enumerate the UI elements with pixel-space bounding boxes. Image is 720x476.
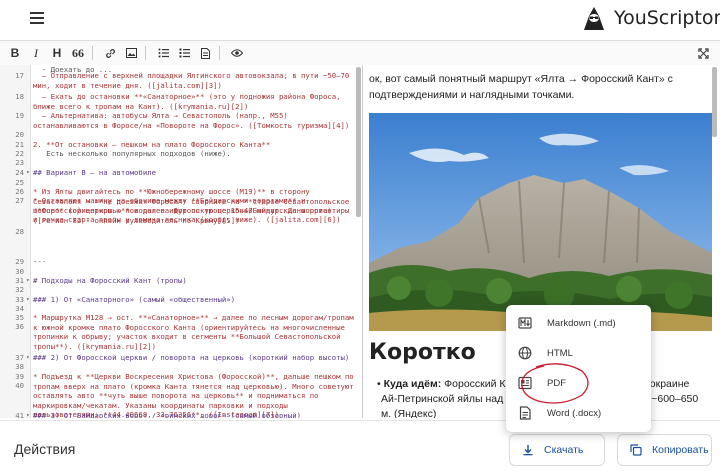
menu-item-pdf[interactable]: PDF	[506, 368, 651, 398]
bullet-line2b: ~600–650	[651, 393, 699, 405]
document-icon	[200, 47, 210, 59]
menu-item-label: Word (.docx)	[547, 408, 602, 419]
image-button[interactable]	[122, 44, 140, 62]
copy-button[interactable]: Копировать	[617, 434, 712, 466]
line-number: 24	[15, 168, 24, 177]
fullscreen-icon	[697, 47, 709, 59]
line-text: ### 1) От «Санаторного» (самый «обществе…	[33, 295, 236, 304]
bullet-marker: •	[377, 378, 384, 390]
line-number: 27	[15, 196, 24, 205]
bullet-list-button[interactable]	[154, 44, 172, 62]
heading-button[interactable]: H	[48, 44, 66, 62]
copy-label: Копировать	[652, 444, 709, 456]
quote-button[interactable]: 66	[69, 44, 87, 62]
line-text: * Маршрутка М128 → ост. **«Санаторное»**…	[33, 313, 359, 351]
line-text: ### 3) От Байдарских ворот / «римских до…	[33, 411, 301, 418]
image-icon	[125, 48, 137, 58]
fullscreen-button[interactable]	[694, 44, 712, 62]
line-number: 32	[15, 285, 24, 294]
menu-item-label: Markdown (.md)	[547, 318, 616, 329]
line-text: ---	[33, 257, 47, 266]
fold-arrow-icon[interactable]: ▾	[26, 353, 30, 363]
fold-arrow-icon[interactable]: ▾	[26, 295, 30, 305]
top-bar: YouScriptor	[0, 0, 720, 37]
download-button[interactable]: Скачать	[509, 434, 605, 466]
bullet-line2a: Ай-Петринской яйлы над	[381, 393, 504, 405]
line-number: 19	[15, 111, 24, 120]
link-button[interactable]	[101, 44, 119, 62]
download-format-menu: Markdown (.md) HTML PDF Word (.docx)	[506, 305, 651, 432]
numbered-list-button[interactable]	[175, 44, 193, 62]
fold-arrow-icon[interactable]: ▾	[26, 276, 30, 286]
line-number: 29	[15, 257, 24, 266]
markdown-icon	[518, 317, 532, 329]
fold-arrow-icon[interactable]: ▾	[26, 168, 30, 178]
document-button[interactable]	[196, 44, 214, 62]
line-number: 28	[15, 227, 24, 236]
markdown-editor[interactable]: - Доехать до ... 17 – Отправление с верхн…	[0, 65, 363, 418]
preview-photo	[369, 113, 712, 331]
italic-button[interactable]: I	[27, 44, 45, 62]
line-number: 40	[15, 381, 24, 390]
link-icon	[105, 48, 115, 58]
preview-toggle-button[interactable]	[228, 44, 246, 62]
menu-item-markdown[interactable]: Markdown (.md)	[506, 308, 651, 338]
toolbar-divider	[92, 46, 93, 60]
brand-name: YouScriptor	[614, 7, 720, 29]
line-text: ## Вариант В — на автомобиле	[33, 168, 157, 177]
line-number: 36	[15, 322, 24, 331]
word-icon	[519, 406, 531, 420]
menu-item-label: PDF	[547, 378, 566, 389]
brand[interactable]: YouScriptor	[580, 2, 720, 34]
preview-intro-text: ок, вот самый понятный маршрут «Ялта → Ф…	[369, 73, 673, 101]
line-number: 17	[15, 71, 24, 80]
preview-scrollbar[interactable]	[712, 67, 717, 137]
menu-item-html[interactable]: HTML	[506, 338, 651, 368]
menu-hamburger-icon[interactable]	[30, 12, 44, 24]
eye-icon	[231, 49, 243, 57]
line-text: * Оставляют машину на обочине между **Ба…	[33, 196, 354, 224]
menu-item-word[interactable]: Word (.docx)	[506, 398, 651, 428]
brand-logo-icon	[584, 7, 604, 30]
preview-heading: Коротко	[369, 340, 476, 365]
bullet-text-a: Форосский Ка	[441, 378, 512, 390]
actions-title: Действия	[14, 441, 76, 457]
line-number: 23	[15, 158, 24, 167]
line-text: Есть несколько популярных подходов (ниже…	[33, 149, 231, 158]
line-number: 18	[15, 92, 24, 101]
copy-icon	[630, 444, 642, 456]
bullet-label: Куда идём:	[383, 378, 442, 390]
bullet-list-icon	[158, 48, 169, 58]
line-text: – Ехать до остановки **«Санаторное»** (э…	[33, 92, 345, 111]
toolbar-divider	[145, 46, 146, 60]
download-icon	[523, 445, 533, 456]
line-number: 20	[15, 130, 24, 139]
line-text: # Подходы на Форосский Кант (тропы)	[33, 276, 187, 285]
line-text: ### 2) От Форосской церкви / поворота на…	[33, 353, 350, 362]
editor-scrollbar[interactable]	[356, 67, 361, 217]
globe-icon	[518, 346, 532, 360]
line-text: – Альтернатива: автобусы Ялта → Севастоп…	[33, 111, 350, 130]
toolbar-divider	[219, 46, 220, 60]
bullet-line3: м. (Яндекс)	[381, 408, 437, 418]
menu-item-label: HTML	[547, 348, 573, 359]
numbered-list-icon	[179, 48, 190, 58]
line-text: – Отправление с верхней площадки Ялтинск…	[33, 71, 354, 90]
line-number: 41	[15, 411, 24, 418]
line-number: 38	[15, 362, 24, 371]
pdf-icon	[518, 376, 532, 390]
download-label: Скачать	[544, 444, 584, 456]
fold-arrow-icon[interactable]: ▾	[26, 411, 30, 418]
bold-button[interactable]: B	[6, 44, 24, 62]
editor-toolbar: B I H 66	[0, 40, 720, 66]
